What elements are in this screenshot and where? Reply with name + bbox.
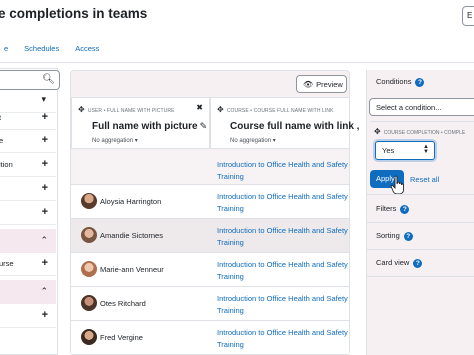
course-link[interactable]: Introduction to Office Health and Safety… — [217, 327, 357, 351]
table-row: Otes Ritchard Introduction to Office Hea… — [71, 287, 349, 321]
avatar — [81, 227, 97, 243]
course-link[interactable]: Introduction to Office Health and Safety… — [217, 259, 357, 283]
sidebar-section-header[interactable]: ⌃ — [0, 229, 56, 253]
add-icon[interactable]: + — [42, 111, 48, 123]
course-link[interactable]: Introduction to Office Health and Safety… — [217, 191, 357, 215]
course-link[interactable]: Introduction to Office Health and Safety… — [217, 225, 357, 249]
move-icon[interactable]: ✥ — [78, 105, 85, 114]
filters-heading[interactable]: Filters? — [376, 204, 410, 214]
sidebar-row[interactable]: + — [0, 305, 56, 328]
column-card-fullname[interactable]: ✥ USER • FULL NAME WITH PICTURE ✖ Full na… — [71, 97, 210, 149]
conditions-heading[interactable]: Conditions? — [376, 77, 425, 87]
help-icon[interactable]: ? — [400, 204, 410, 214]
user-name: Amandie Sictornes — [100, 231, 163, 240]
sidebar-row[interactable]: + — [0, 178, 56, 201]
avatar — [81, 295, 97, 311]
sorting-heading[interactable]: Sorting? — [376, 231, 413, 241]
course-link[interactable]: Introduction to Office Health and Safety… — [217, 159, 357, 183]
close-icon[interactable]: ✖ — [196, 103, 203, 112]
sidebar-row[interactable]: urse + — [0, 253, 56, 276]
add-icon[interactable]: + — [42, 158, 48, 170]
chevron-up-icon[interactable]: ⌃ — [40, 286, 48, 297]
tab-schedules[interactable]: Schedules — [16, 44, 67, 53]
divider — [370, 121, 474, 122]
move-icon[interactable]: ✥ — [217, 105, 224, 114]
page-title: e completions in teams — [0, 6, 148, 21]
condition-select[interactable]: Select a condition... — [369, 98, 474, 116]
hand-cursor-icon — [390, 175, 404, 195]
select-arrows-icon: ▲ ▼ — [423, 144, 429, 155]
edit-button[interactable]: E — [462, 6, 474, 26]
preview-button[interactable]: 👁︎ Preview — [296, 75, 347, 93]
add-icon[interactable]: + — [42, 257, 48, 269]
add-icon[interactable]: + — [42, 206, 48, 218]
user-name: Fred Vergine — [100, 333, 143, 342]
table-row: Amandie Sictornes Introduction to Office… — [71, 219, 349, 253]
user-name: Otes Ritchard — [100, 299, 146, 308]
divider — [366, 276, 474, 277]
sidebar-section-header[interactable]: ⌃ — [0, 280, 56, 304]
tab-main[interactable]: e — [0, 44, 16, 53]
sidebar-row[interactable]: e + — [0, 130, 56, 153]
chevron-up-icon[interactable]: ⌃ — [40, 235, 48, 246]
sidebar-row[interactable]: + — [0, 202, 56, 225]
move-icon[interactable]: ✥ — [374, 127, 381, 136]
add-icon[interactable]: + — [42, 182, 48, 194]
sidebar-row[interactable]: t + — [0, 107, 56, 130]
tab-bar: e Schedules Access — [0, 44, 107, 53]
help-icon[interactable]: ? — [403, 231, 413, 241]
condition-value-select[interactable]: Yes ▲ ▼ — [375, 141, 435, 160]
preview-icon: 👁︎ — [303, 80, 314, 89]
table-row: Fred Vergine Introduction to Office Heal… — [71, 321, 349, 355]
avatar — [81, 329, 97, 345]
table-row: Introduction to Office Health and Safety… — [71, 151, 349, 185]
add-icon[interactable]: + — [42, 134, 48, 146]
divider — [366, 194, 474, 195]
tabs-divider — [0, 62, 474, 63]
avatar — [81, 261, 97, 277]
chevron-down-icon[interactable]: ▾ — [41, 94, 46, 105]
aggregation-select[interactable]: No aggregation ▾ — [92, 137, 138, 144]
user-name: Aloysia Harrington — [100, 197, 162, 206]
search-icon[interactable]: 🔍︎ — [42, 74, 55, 85]
pencil-icon[interactable]: ✎ — [200, 121, 208, 131]
divider — [366, 249, 474, 250]
sidebar-search-input[interactable]: 🔍︎ — [0, 70, 60, 90]
course-link[interactable]: Introduction to Office Health and Safety… — [217, 293, 357, 317]
tab-access[interactable]: Access — [67, 44, 107, 53]
add-icon[interactable]: + — [42, 309, 48, 321]
table-row: Aloysia Harrington Introduction to Offic… — [71, 185, 349, 219]
aggregation-select[interactable]: No aggregation ▾ — [230, 137, 276, 144]
column-card-coursename[interactable]: ✥ COURSE • COURSE FULL NAME WITH LINK Cou… — [210, 97, 359, 149]
help-icon[interactable]: ? — [413, 258, 423, 268]
table-row: Marie-ann Venneur Introduction to Office… — [71, 253, 349, 287]
user-name: Marie-ann Venneur — [100, 265, 164, 274]
card-view-heading[interactable]: Card view? — [376, 258, 423, 268]
reset-all-link[interactable]: Reset all — [410, 175, 439, 184]
divider — [366, 222, 474, 223]
help-icon[interactable]: ? — [415, 77, 425, 87]
avatar — [81, 193, 97, 209]
sidebar-row[interactable]: ition + — [0, 154, 56, 177]
